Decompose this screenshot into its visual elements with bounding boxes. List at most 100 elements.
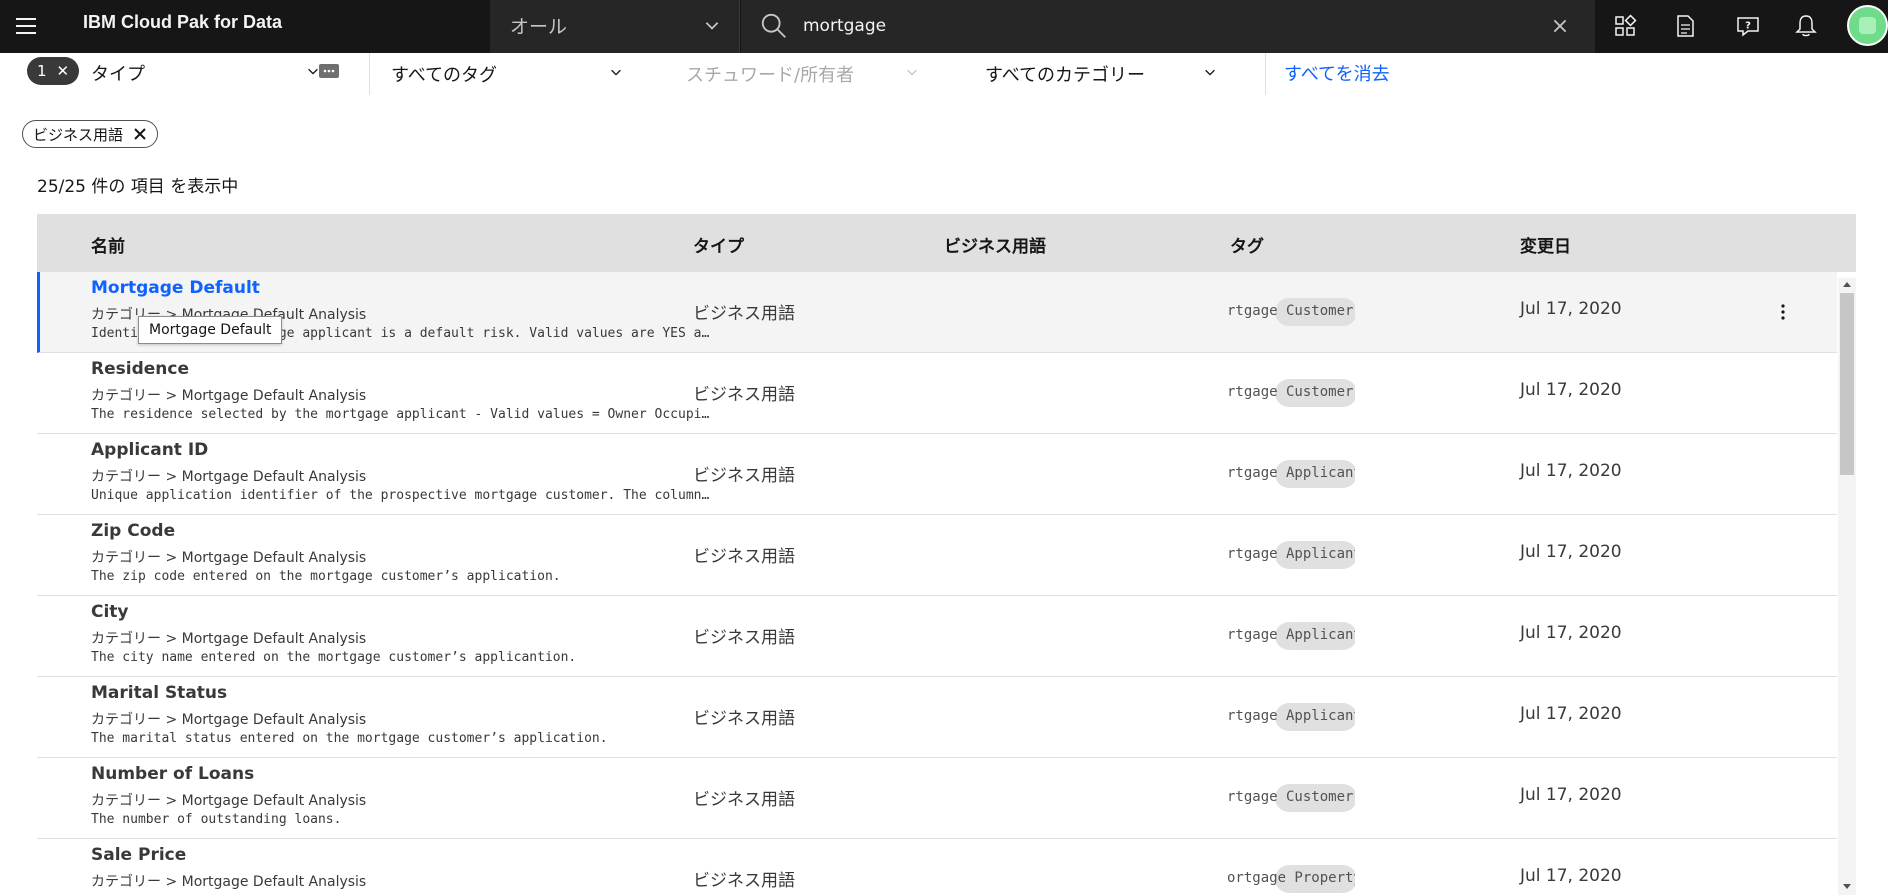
- top-navigation-bar: IBM Cloud Pak for Data オール ?: [0, 0, 1888, 53]
- clear-all-filters-link[interactable]: すべてを消去: [1284, 60, 1390, 86]
- product-name[interactable]: IBM Cloud Pak for Data: [83, 12, 282, 33]
- scroll-up-arrow-icon[interactable]: [1842, 280, 1852, 288]
- asset-modified-date: Jul 17, 2020: [1520, 380, 1622, 400]
- asset-name-link[interactable]: Zip Code: [91, 521, 175, 541]
- avatar[interactable]: [1847, 5, 1888, 46]
- asset-category: カテゴリー > Mortgage Default Analysis: [91, 631, 367, 647]
- svg-text:?: ?: [1745, 21, 1751, 32]
- asset-category: カテゴリー > Mortgage Default Analysis: [91, 469, 367, 485]
- asset-modified-date: Jul 17, 2020: [1520, 785, 1622, 805]
- asset-description: Unique application identifier of the pro…: [91, 488, 711, 503]
- asset-modified-date: Jul 17, 2020: [1520, 704, 1622, 724]
- asset-name-link[interactable]: City: [91, 602, 129, 622]
- active-filter-count: 1: [37, 62, 47, 80]
- asset-name-link[interactable]: Number of Loans: [91, 764, 254, 784]
- table-row[interactable]: City カテゴリー > Mortgage Default Analysis T…: [37, 596, 1837, 677]
- column-header-type[interactable]: タイプ: [693, 232, 744, 257]
- chevron-down-icon: [705, 22, 719, 30]
- tags-filter-dropdown[interactable]: すべてのタグ: [391, 56, 626, 88]
- asset-tag[interactable]: rtgage Applicant: [1227, 622, 1355, 650]
- asset-modified-date: Jul 17, 2020: [1520, 299, 1622, 319]
- asset-type: ビジネス用語: [693, 628, 795, 648]
- asset-tag[interactable]: rtgage Customer: [1227, 298, 1355, 326]
- tag-label: rtgage Applicant: [1227, 546, 1355, 562]
- column-header-modified[interactable]: 変更日: [1520, 232, 1571, 257]
- table-row[interactable]: Number of Loans カテゴリー > Mortgage Default…: [37, 758, 1837, 839]
- chevron-down-icon: [1205, 69, 1215, 76]
- table-row[interactable]: Marital Status カテゴリー > Mortgage Default …: [37, 677, 1837, 758]
- filter-divider: [1265, 53, 1266, 95]
- asset-description: The city name entered on the mortgage cu…: [91, 650, 577, 665]
- asset-description: The number of outstanding loans.: [91, 812, 342, 827]
- scrollbar-thumb[interactable]: [1840, 293, 1854, 475]
- tag-label: ortgage Property: [1227, 870, 1355, 886]
- applied-filter-label: ビジネス用語: [33, 125, 124, 144]
- asset-type: ビジネス用語: [693, 466, 795, 486]
- help-chat-icon[interactable]: ?: [1735, 13, 1761, 39]
- type-filter-dropdown[interactable]: タイプ: [91, 56, 339, 88]
- document-icon[interactable]: [1672, 13, 1698, 39]
- steward-owner-filter-dropdown[interactable]: スチュワード/所有者: [686, 56, 926, 88]
- asset-name-link[interactable]: Residence: [91, 359, 189, 379]
- chevron-down-icon: [907, 69, 917, 76]
- asset-type: ビジネス用語: [693, 385, 795, 405]
- column-header-name[interactable]: 名前: [91, 232, 125, 257]
- notification-icon[interactable]: [1793, 13, 1819, 39]
- filter-bar: 1 ✕ タイプ すべてのタグ スチュワード/所有者 すべてのカテゴリー すべてを…: [0, 53, 1888, 95]
- more-options-icon: [319, 64, 339, 78]
- asset-modified-date: Jul 17, 2020: [1520, 866, 1622, 886]
- asset-tag[interactable]: rtgage Customer: [1227, 784, 1355, 812]
- close-icon[interactable]: [1551, 17, 1569, 35]
- asset-type: ビジネス用語: [693, 547, 795, 567]
- overflow-menu-icon[interactable]: [1773, 300, 1793, 324]
- menu-icon[interactable]: [14, 14, 38, 38]
- asset-tag[interactable]: rtgage Applicant: [1227, 541, 1355, 569]
- table-row[interactable]: Mortgage Default カテゴリー > Mortgage Defaul…: [37, 272, 1837, 353]
- table-row[interactable]: Residence カテゴリー > Mortgage Default Analy…: [37, 353, 1837, 434]
- app-switcher-icon[interactable]: [1612, 13, 1638, 39]
- column-header-tags[interactable]: タグ: [1230, 232, 1264, 257]
- asset-name-link[interactable]: Marital Status: [91, 683, 227, 703]
- tags-filter-label: すべてのタグ: [391, 65, 498, 86]
- asset-type: ビジネス用語: [693, 871, 795, 891]
- search-input[interactable]: [803, 10, 1503, 42]
- filter-divider: [369, 53, 370, 95]
- asset-tag[interactable]: rtgage Applicant: [1227, 703, 1355, 731]
- table-row[interactable]: Zip Code カテゴリー > Mortgage Default Analys…: [37, 515, 1837, 596]
- applied-filter-chip: ビジネス用語: [22, 120, 159, 148]
- active-filter-count-tag[interactable]: 1 ✕: [27, 57, 80, 85]
- tag-label: rtgage Customer: [1227, 303, 1354, 319]
- asset-name-link[interactable]: Mortgage Default: [91, 278, 260, 298]
- table-scrollbar[interactable]: [1838, 278, 1856, 895]
- asset-type: ビジネス用語: [693, 304, 795, 324]
- table-row[interactable]: Sale Price カテゴリー > Mortgage Default Anal…: [37, 839, 1837, 895]
- tag-label: rtgage Applicant: [1227, 708, 1355, 724]
- asset-tag[interactable]: rtgage Customer: [1227, 379, 1355, 407]
- column-header-business-term[interactable]: ビジネス用語: [944, 232, 1046, 257]
- table-header: 名前 タイプ ビジネス用語 タグ 変更日: [37, 214, 1856, 272]
- asset-category: カテゴリー > Mortgage Default Analysis: [91, 793, 367, 809]
- search-scope-dropdown[interactable]: オール: [490, 0, 740, 53]
- asset-tag[interactable]: rtgage Applicant: [1227, 460, 1355, 488]
- asset-modified-date: Jul 17, 2020: [1520, 542, 1622, 562]
- result-count: 25/25 件の 項目 を表示中: [37, 177, 239, 197]
- tag-label: rtgage Applicant: [1227, 465, 1355, 481]
- avatar-image: [1859, 17, 1876, 34]
- steward-owner-filter-label: スチュワード/所有者: [686, 65, 855, 86]
- table-row[interactable]: Applicant ID カテゴリー > Mortgage Default An…: [37, 434, 1837, 515]
- asset-modified-date: Jul 17, 2020: [1520, 461, 1622, 481]
- asset-category: カテゴリー > Mortgage Default Analysis: [91, 388, 367, 404]
- scroll-down-arrow-icon[interactable]: [1842, 883, 1852, 891]
- name-tooltip: Mortgage Default: [138, 316, 283, 344]
- categories-filter-dropdown[interactable]: すべてのカテゴリー: [985, 56, 1225, 88]
- asset-name-link[interactable]: Applicant ID: [91, 440, 208, 460]
- asset-tag[interactable]: ortgage Property: [1227, 865, 1355, 893]
- asset-name-link[interactable]: Sale Price: [91, 845, 186, 865]
- close-icon[interactable]: ✕: [57, 62, 70, 80]
- tag-label: rtgage Applicant: [1227, 627, 1355, 643]
- close-icon[interactable]: [133, 127, 147, 141]
- asset-category: カテゴリー > Mortgage Default Analysis: [91, 874, 367, 890]
- search-scope-value: オール: [510, 16, 568, 38]
- asset-type: ビジネス用語: [693, 709, 795, 729]
- tag-label: rtgage Customer: [1227, 789, 1354, 805]
